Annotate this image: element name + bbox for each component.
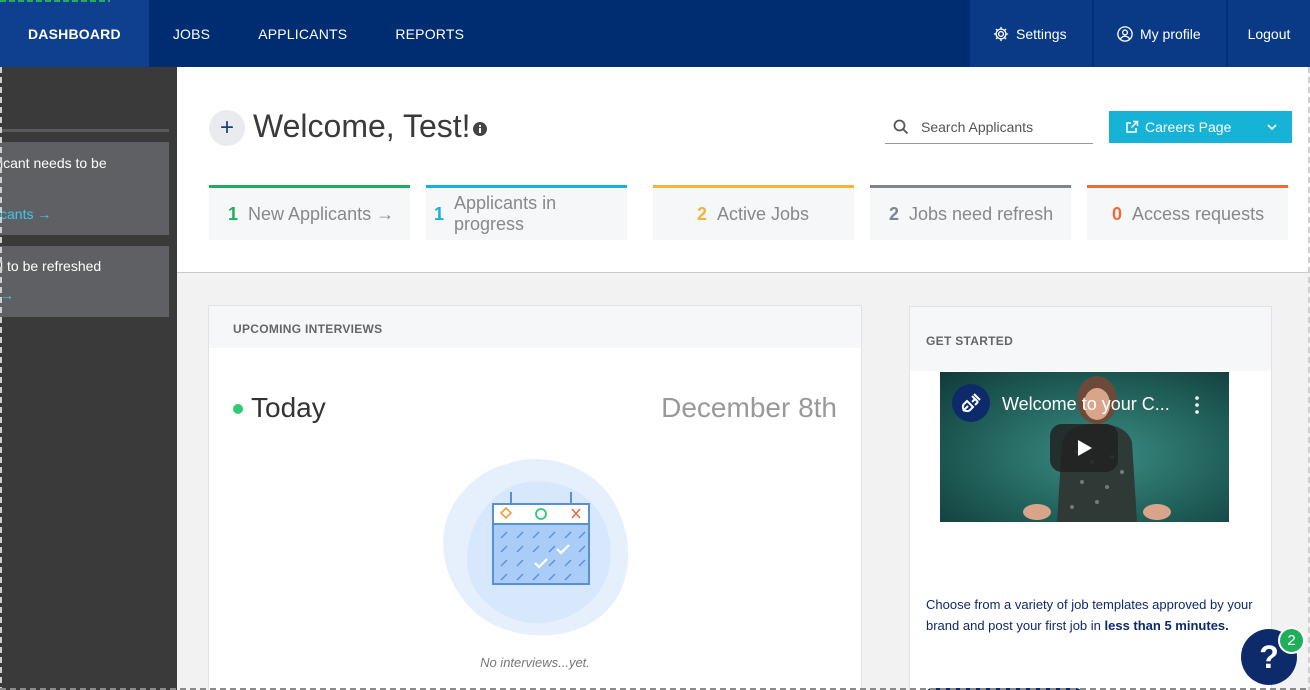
stat-label: New Applicants →: [248, 203, 395, 224]
welcome-header: + Welcome, Test! Careers Page 1 New Appl…: [177, 67, 1310, 273]
add-button[interactable]: +: [209, 110, 245, 146]
side-card-refresh[interactable]: l to be refreshed →: [0, 246, 169, 317]
stat-label: Active Jobs: [717, 203, 810, 224]
settings-label: Settings: [1016, 25, 1067, 42]
stat-count: 0: [1112, 203, 1123, 224]
side-card-link[interactable]: cants →: [0, 206, 51, 222]
nav-dashboard[interactable]: DASHBOARD: [0, 0, 149, 67]
stat-label: Applicants in progress: [454, 193, 557, 234]
empty-state-text: No interviews...yet.: [480, 655, 590, 670]
play-button[interactable]: [1050, 424, 1118, 472]
stat-count: 2: [697, 203, 708, 224]
stat-jobs-need-refresh[interactable]: 2 Jobs need refresh: [870, 185, 1071, 240]
side-card-text: l to be refreshed: [0, 258, 102, 274]
stat-label: Jobs need refresh: [909, 203, 1054, 224]
logout-label: Logout: [1247, 25, 1291, 42]
frame-border: [0, 67, 2, 690]
card-heading: GET STARTED: [910, 307, 1271, 371]
calendar-illustration-icon: [443, 458, 629, 636]
my-profile-button[interactable]: My profile: [1092, 0, 1226, 67]
side-card-text: icant needs to be: [0, 155, 107, 171]
nav-accent-line: [0, 0, 110, 2]
side-panel: icant needs to be cants → l to be refres…: [0, 67, 177, 690]
get-started-description: Choose from a variety of job templates a…: [926, 594, 1261, 636]
video-title: Welcome to your C...: [1002, 394, 1170, 414]
notification-badge: 2: [1278, 627, 1305, 654]
card-heading: UPCOMING INTERVIEWS: [209, 306, 861, 348]
status-dot: [233, 404, 243, 414]
user-icon: [1117, 25, 1133, 42]
channel-logo-icon: [952, 384, 990, 422]
search-box: [885, 110, 1093, 144]
stat-count: 2: [889, 203, 900, 224]
play-icon: [1078, 440, 1092, 456]
date-label: December 8th: [661, 392, 837, 423]
external-link-icon: [1126, 120, 1139, 133]
info-icon[interactable]: [473, 122, 487, 136]
stat-count: 1: [434, 203, 445, 224]
search-icon: [893, 119, 909, 134]
nav-jobs[interactable]: JOBS: [149, 0, 234, 67]
top-nav: DASHBOARD JOBS APPLICANTS REPORTS Settin…: [0, 0, 1310, 67]
side-card-link[interactable]: →: [0, 287, 14, 303]
nav-reports[interactable]: REPORTS: [371, 0, 488, 67]
description-highlight: less than 5 minutes.: [1104, 618, 1229, 633]
search-input[interactable]: [921, 118, 1091, 135]
get-started-card: GET STARTED Welcome to your C... Choose …: [909, 306, 1272, 690]
chevron-down-icon[interactable]: [1266, 121, 1278, 133]
video-player[interactable]: Welcome to your C...: [940, 372, 1229, 522]
page-title: Welcome, Test!: [253, 108, 471, 144]
careers-page-label: Careers Page: [1145, 119, 1232, 135]
side-divider: [0, 129, 169, 132]
today-label: Today: [251, 392, 326, 423]
nav-applicants[interactable]: APPLICANTS: [234, 0, 371, 67]
stat-active-jobs[interactable]: 2 Active Jobs: [653, 185, 854, 240]
logout-button[interactable]: Logout: [1226, 0, 1310, 67]
help-icon: ?: [1259, 638, 1279, 675]
gear-icon: [993, 26, 1009, 41]
nav-right: Settings My profile Logout: [968, 0, 1310, 67]
careers-page-button[interactable]: Careers Page: [1109, 111, 1292, 143]
upcoming-interviews-card: UPCOMING INTERVIEWS Today December 8th N…: [208, 305, 862, 690]
more-options-icon[interactable]: [1195, 396, 1199, 414]
stat-count: 1: [228, 203, 239, 224]
settings-button[interactable]: Settings: [968, 0, 1092, 67]
stat-new-applicants[interactable]: 1 New Applicants →: [209, 185, 410, 240]
stat-label: Access requests: [1132, 203, 1265, 224]
my-profile-label: My profile: [1140, 25, 1201, 42]
stat-access-requests[interactable]: 0 Access requests: [1087, 185, 1288, 240]
side-card-new-applicant[interactable]: icant needs to be cants →: [0, 142, 169, 235]
stat-applicants-in-progress[interactable]: 1 Applicants in progress: [426, 185, 627, 240]
